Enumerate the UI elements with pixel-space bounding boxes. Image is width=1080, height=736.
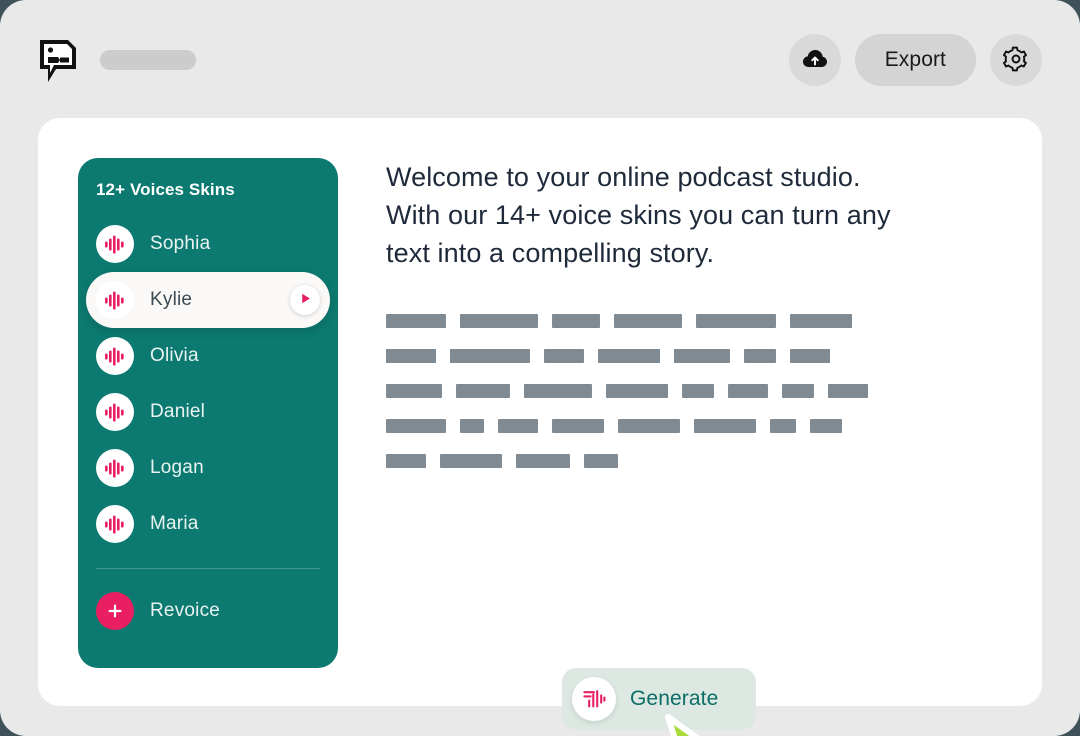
voice-name: Olivia [150,345,199,366]
generate-waveform-icon [572,677,616,721]
skeleton-bar [584,454,618,468]
text-skeleton-placeholder[interactable] [386,314,1002,468]
skeleton-bar [516,454,570,468]
voice-row-daniel[interactable]: Daniel [86,384,330,440]
voice-row-sophia[interactable]: Sophia [86,216,330,272]
voice-list: Sophia Kylie Olivia Daniel Logan Maria [78,216,338,552]
skeleton-bar [790,349,830,363]
skeleton-bar [790,314,852,328]
gear-icon [1003,46,1029,75]
voice-row-maria[interactable]: Maria [86,496,330,552]
skeleton-bar [460,314,538,328]
skeleton-row [386,349,1002,363]
skeleton-bar [694,419,756,433]
voice-name: Maria [150,513,199,534]
main-card: 12+ Voices Skins Sophia Kylie Olivia Dan… [38,118,1042,736]
top-bar: Export [0,0,1080,118]
skeleton-bar [782,384,814,398]
skeleton-bar [498,419,538,433]
waveform-icon [96,393,134,431]
skeleton-bar [386,349,436,363]
skeleton-bar [728,384,768,398]
waveform-icon [96,337,134,375]
skeleton-bar [674,349,730,363]
waveform-icon [96,225,134,263]
skeleton-row [386,419,1002,433]
main-content: Welcome to your online podcast studio. W… [386,158,1002,489]
play-icon [299,292,312,308]
skeleton-bar [828,384,868,398]
voice-name: Logan [150,457,204,478]
sidebar-divider [96,568,320,569]
skeleton-bar [682,384,714,398]
generate-button[interactable]: Generate [562,668,756,730]
voice-name: Daniel [150,401,206,422]
export-button[interactable]: Export [854,34,976,86]
generate-area: Generate [562,668,822,736]
plus-icon [96,592,134,630]
skeleton-bar [614,314,682,328]
revoice-button[interactable]: Revoice [86,583,330,639]
voice-row-olivia[interactable]: Olivia [86,328,330,384]
skeleton-bar [386,454,426,468]
cloud-upload-icon [802,48,828,73]
skeleton-bar [744,349,776,363]
skeleton-bar [552,314,600,328]
settings-button[interactable] [990,34,1042,86]
skeleton-bar [450,349,530,363]
waveform-icon [96,449,134,487]
voice-row-logan[interactable]: Logan [86,440,330,496]
skeleton-bar [386,314,446,328]
voice-name: Sophia [150,233,211,254]
skeleton-bar [810,419,842,433]
skeleton-bar [386,384,442,398]
project-title-placeholder[interactable] [100,50,196,70]
skeleton-bar [524,384,592,398]
skeleton-bar [544,349,584,363]
skeleton-bar [386,419,446,433]
skeleton-bar [456,384,510,398]
waveform-icon [96,281,134,319]
sidebar-title: 12+ Voices Skins [96,180,235,199]
skeleton-bar [770,419,796,433]
skeleton-row [386,384,1002,398]
revoice-label: Revoice [150,600,221,621]
skeleton-bar [606,384,668,398]
skeleton-bar [598,349,660,363]
page-headline: Welcome to your online podcast studio. W… [386,162,891,268]
skeleton-bar [460,419,484,433]
skeleton-row [386,454,1002,468]
top-bar-actions: Export [788,25,1042,95]
generate-label: Generate [630,687,719,710]
play-button[interactable] [290,285,320,315]
app-window: Export 12+ Voices Skins Sophia Kylie Oli… [0,0,1080,736]
cloud-upload-button[interactable] [788,34,841,86]
skeleton-bar [552,419,604,433]
waveform-icon [96,505,134,543]
skeleton-bar [618,419,680,433]
skeleton-row [386,314,1002,328]
voices-sidebar: 12+ Voices Skins Sophia Kylie Olivia Dan… [78,158,338,668]
skeleton-bar [440,454,502,468]
voice-row-kylie[interactable]: Kylie [86,272,330,328]
skeleton-bar [696,314,776,328]
voice-name: Kylie [150,289,193,310]
speech-bubble-logo-icon [36,36,80,86]
